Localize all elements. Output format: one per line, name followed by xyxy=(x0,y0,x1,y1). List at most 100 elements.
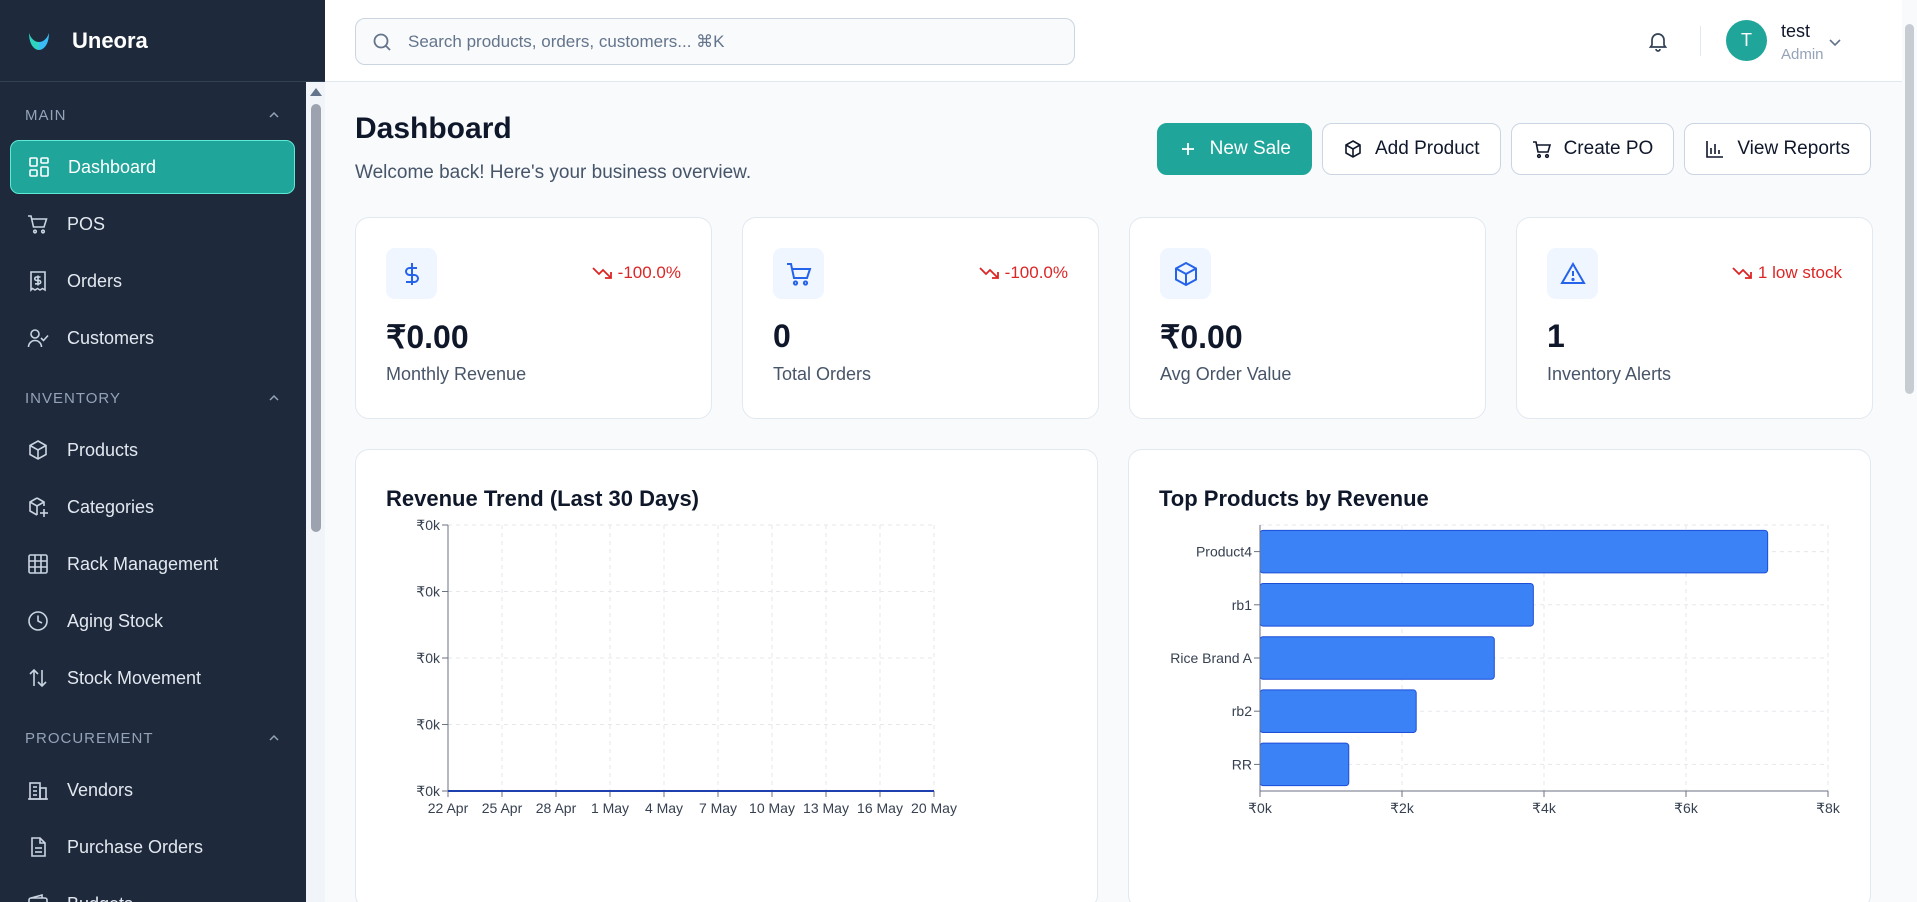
x-tick-label: ₹0k xyxy=(1248,800,1273,816)
box-icon xyxy=(1174,261,1197,286)
chevron-up-icon[interactable] xyxy=(268,109,280,121)
scroll-up-icon[interactable] xyxy=(310,88,322,96)
search-input[interactable] xyxy=(408,31,1048,52)
stat-trend-text: 1 low stock xyxy=(1757,263,1842,282)
category-label: Product4 xyxy=(1196,544,1252,560)
bell-icon[interactable] xyxy=(1647,30,1669,52)
category-label: rb1 xyxy=(1232,597,1252,613)
revenue-trend-panel: Revenue Trend (Last 30 Days) ₹0k ₹0k ₹0k ₹0… xyxy=(355,449,1098,902)
stat-label: Inventory Alerts xyxy=(1547,364,1672,384)
x-tick-label: ₹8k xyxy=(1816,800,1841,816)
brand[interactable]: Uneora xyxy=(0,0,325,82)
bar-rice-brand-a xyxy=(1259,636,1495,680)
view-reports-label: View Reports xyxy=(1737,138,1850,159)
sidebar-item-label: Stock Movement xyxy=(67,667,202,688)
x-tick-label: 7 May xyxy=(699,800,737,816)
bar-rr xyxy=(1259,742,1350,787)
main-content: Dashboard Welcome back! Here's your busi… xyxy=(325,82,1917,902)
sidebar-section-title: PROCUREMENT xyxy=(25,729,154,747)
sidebar-item-orders[interactable]: Orders xyxy=(10,254,295,308)
user-role: Admin xyxy=(1781,46,1824,63)
category-label: Rice Brand A xyxy=(1170,650,1252,666)
add-product-button[interactable]: Add Product xyxy=(1322,123,1501,175)
sidebar-item-rack-management[interactable]: Rack Management xyxy=(10,537,295,591)
sidebar-item-stock-movement[interactable]: Stock Movement xyxy=(10,651,295,705)
sidebar-section-inventory[interactable]: INVENTORY xyxy=(10,373,295,423)
sidebar-item-label: Vendors xyxy=(67,779,134,800)
x-tick-label: 10 May xyxy=(749,800,795,816)
building-icon xyxy=(28,782,48,800)
sidebar-section-title: MAIN xyxy=(25,106,67,124)
avatar[interactable]: T xyxy=(1726,20,1767,61)
y-tick-label: ₹0k xyxy=(416,650,441,666)
sidebar: Uneora MAIN Dashboard POS Orders Customers IN… xyxy=(0,0,325,902)
stats-row: -100.0% ₹0.00 Monthly Revenue -100.0% 0 … xyxy=(355,217,1873,419)
sidebar-item-label: Categories xyxy=(67,496,155,517)
top-products-chart: Product4 rb1 Rice Brand A rb2 RR ₹0k ₹2k ₹4k ₹6k… xyxy=(1170,524,1841,816)
x-tick-label: ₹2k xyxy=(1390,800,1415,816)
category-label: rb2 xyxy=(1232,703,1252,719)
stat-card-total-orders: -100.0% 0 Total Orders xyxy=(742,217,1099,419)
user-check-icon xyxy=(27,329,49,348)
sidebar-item-customers[interactable]: Customers xyxy=(10,311,295,365)
x-tick-label: 25 Apr xyxy=(482,800,523,816)
stat-trend: 1 low stock xyxy=(1732,263,1842,283)
sidebar-item-pos[interactable]: POS xyxy=(10,197,295,251)
category-label: RR xyxy=(1232,756,1252,772)
sidebar-section-procurement[interactable]: PROCUREMENT xyxy=(10,713,295,763)
sidebar-scrollbar[interactable] xyxy=(306,82,325,902)
x-tick-label: 1 May xyxy=(591,800,629,816)
stat-value: ₹0.00 xyxy=(1160,319,1243,355)
box-icon xyxy=(29,440,47,460)
sidebar-section-main[interactable]: MAIN xyxy=(10,90,295,140)
x-tick-label: ₹4k xyxy=(1532,800,1557,816)
chevron-up-icon[interactable] xyxy=(268,732,280,744)
create-po-label: Create PO xyxy=(1563,138,1654,159)
add-product-label: Add Product xyxy=(1375,138,1480,159)
sidebar-item-purchase-orders[interactable]: Purchase Orders xyxy=(10,820,295,874)
sidebar-item-vendors[interactable]: Vendors xyxy=(10,763,295,817)
page-scrollbar[interactable] xyxy=(1902,0,1917,902)
sidebar-item-label: Rack Management xyxy=(67,553,219,574)
stat-label: Avg Order Value xyxy=(1160,364,1292,384)
x-tick-label: 16 May xyxy=(857,800,903,816)
top-products-title: Top Products by Revenue xyxy=(1159,486,1429,511)
view-reports-button[interactable]: View Reports xyxy=(1684,123,1871,175)
stat-value: 1 xyxy=(1547,318,1565,354)
search-box[interactable] xyxy=(355,18,1075,65)
sidebar-item-label: Orders xyxy=(67,270,123,291)
sidebar-item-aging-stock[interactable]: Aging Stock xyxy=(10,594,295,648)
cart-icon xyxy=(28,215,48,234)
cart-icon xyxy=(786,262,811,286)
stat-card-monthly-revenue: -100.0% ₹0.00 Monthly Revenue xyxy=(355,217,712,419)
new-sale-button[interactable]: New Sale xyxy=(1156,123,1312,175)
brand-logo-icon xyxy=(29,32,49,50)
sidebar-item-label: Products xyxy=(67,439,139,460)
page-scrollbar-thumb[interactable] xyxy=(1905,24,1914,394)
cart-icon xyxy=(1532,141,1551,159)
sidebar-item-label: Aging Stock xyxy=(67,610,164,631)
box-icon xyxy=(1345,140,1361,158)
brand-name: Uneora xyxy=(72,27,148,53)
sidebar-item-budgets[interactable]: Budgets xyxy=(10,877,295,902)
stat-trend: -100.0% xyxy=(979,263,1068,283)
sidebar-item-products[interactable]: Products xyxy=(10,423,295,477)
sidebar-item-categories[interactable]: Categories xyxy=(10,480,295,534)
trend-down-icon xyxy=(592,267,612,279)
chevron-up-icon[interactable] xyxy=(268,392,280,404)
chevron-down-icon[interactable] xyxy=(1827,34,1843,50)
create-po-button[interactable]: Create PO xyxy=(1510,123,1675,175)
stat-label: Total Orders xyxy=(773,364,872,384)
bar-rb2 xyxy=(1259,689,1417,733)
y-tick-label: ₹0k xyxy=(416,783,441,799)
wallet-icon xyxy=(28,893,48,902)
sidebar-item-dashboard[interactable]: Dashboard xyxy=(10,140,295,194)
arrows-updown-icon xyxy=(29,668,47,688)
scrollbar-thumb[interactable] xyxy=(311,104,321,532)
x-tick-label: 20 May xyxy=(911,800,957,816)
x-tick-label: 28 Apr xyxy=(536,800,577,816)
revenue-trend-chart: ₹0k₹0k₹0k₹0k₹0k22 Apr 25 Apr 28 Apr 1 May 4 … xyxy=(416,517,957,816)
x-tick-label: ₹6k xyxy=(1674,800,1699,816)
dashboard-icon xyxy=(29,157,49,177)
user-name[interactable]: test xyxy=(1781,21,1810,42)
